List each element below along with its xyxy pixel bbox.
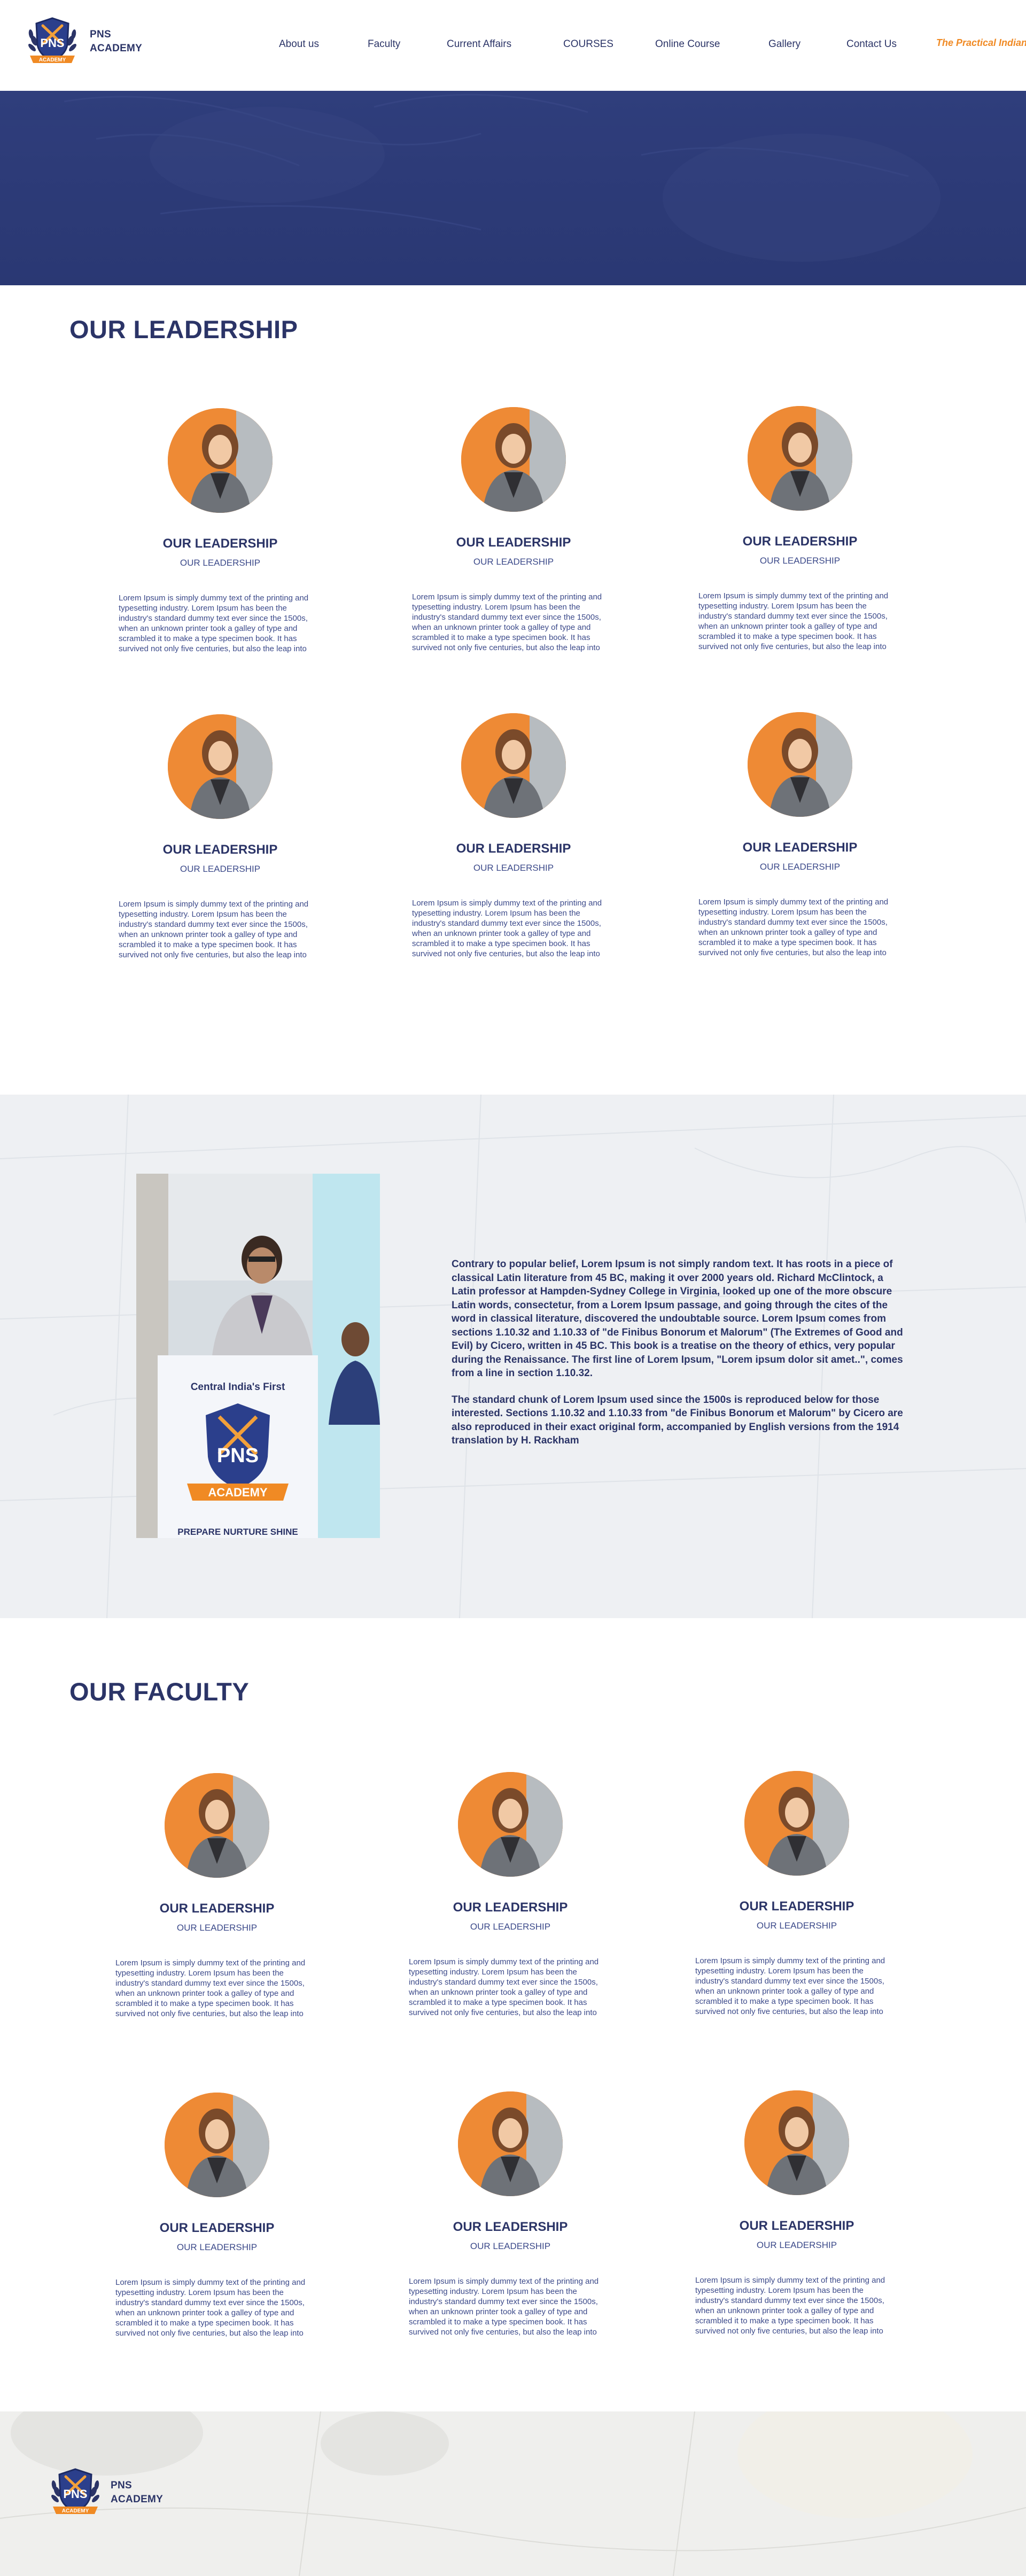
faculty-card: OUR LEADERSHIP OUR LEADERSHIP Lorem Ipsu…: [115, 2093, 318, 2338]
profile-photo: [458, 1772, 563, 1877]
card-title: OUR LEADERSHIP: [739, 2219, 854, 2233]
card-title: OUR LEADERSHIP: [159, 1901, 275, 1916]
profile-photo: [744, 2090, 849, 2195]
card-title: OUR LEADERSHIP: [742, 534, 858, 549]
leadership-section: OUR LEADERSHIP OUR LEADERSHIP OUR LEADER…: [0, 285, 1026, 1095]
card-description: Lorem Ipsum is simply dummy text of the …: [695, 1956, 885, 2016]
profile-photo: [165, 2093, 269, 2197]
svg-text:PNS: PNS: [63, 2487, 87, 2501]
nav-item-gallery[interactable]: Gallery: [768, 38, 800, 50]
profile-photo: [168, 714, 273, 819]
card-subtitle: OUR LEADERSHIP: [470, 1922, 551, 1932]
site-header: PNS ACADEMY PNS ACADEMY About us Faculty…: [0, 0, 1026, 91]
leadership-card: OUR LEADERSHIP OUR LEADERSHIP Lorem Ipsu…: [412, 407, 615, 653]
leadership-card: OUR LEADERSHIP OUR LEADERSHIP Lorem Ipsu…: [698, 712, 901, 958]
main-nav: About us Faculty Current Affairs COURSES…: [0, 38, 1026, 54]
svg-text:Central India's First: Central India's First: [191, 1381, 285, 1393]
profile-photo: [461, 713, 566, 818]
card-description: Lorem Ipsum is simply dummy text of the …: [115, 2278, 306, 2338]
faculty-card: OUR LEADERSHIP OUR LEADERSHIP Lorem Ipsu…: [695, 1771, 898, 2017]
nav-item-online-course[interactable]: Online Course: [655, 38, 720, 50]
card-subtitle: OUR LEADERSHIP: [756, 1921, 837, 1931]
card-title: OUR LEADERSHIP: [456, 841, 571, 856]
card-title: OUR LEADERSHIP: [453, 1900, 568, 1915]
card-subtitle: OUR LEADERSHIP: [759, 556, 841, 566]
faculty-card: OUR LEADERSHIP OUR LEADERSHIP Lorem Ipsu…: [409, 2091, 612, 2337]
card-subtitle: OUR LEADERSHIP: [180, 558, 261, 568]
svg-text:ACADEMY: ACADEMY: [39, 57, 66, 63]
svg-text:ACADEMY: ACADEMY: [208, 1486, 268, 1499]
card-subtitle: OUR LEADERSHIP: [756, 2240, 837, 2250]
card-title: OUR LEADERSHIP: [742, 840, 858, 855]
card-subtitle: OUR LEADERSHIP: [759, 862, 841, 872]
site-footer: PNS ACADEMY PNS ACADEMY: [0, 2411, 1026, 2576]
faculty-card: OUR LEADERSHIP OUR LEADERSHIP Lorem Ipsu…: [695, 2090, 898, 2336]
profile-photo: [744, 1771, 849, 1876]
svg-text:PREPARE NURTURE SHINE: PREPARE NURTURE SHINE: [177, 1527, 298, 1537]
nav-item-about-us[interactable]: About us: [279, 38, 319, 50]
about-text-block: Contrary to popular belief, Lorem Ipsum …: [452, 1258, 903, 1448]
card-title: OUR LEADERSHIP: [456, 535, 571, 550]
nav-item-contact-us[interactable]: Contact Us: [846, 38, 897, 50]
card-title: OUR LEADERSHIP: [162, 536, 278, 551]
card-description: Lorem Ipsum is simply dummy text of the …: [412, 592, 602, 652]
card-subtitle: OUR LEADERSHIP: [176, 1923, 258, 1933]
card-description: Lorem Ipsum is simply dummy text of the …: [119, 594, 309, 653]
card-title: OUR LEADERSHIP: [453, 2220, 568, 2234]
partner-logo-link[interactable]: The Practical Indian: [936, 37, 1026, 49]
card-subtitle: OUR LEADERSHIP: [473, 863, 554, 873]
card-subtitle: OUR LEADERSHIP: [473, 557, 554, 567]
event-photo: Central India's First PNS ACADEMY PREPAR…: [136, 1174, 380, 1538]
faculty-section-title: OUR FACULTY: [69, 1677, 250, 1706]
about-paragraph: The standard chunk of Lorem Ipsum used s…: [452, 1394, 903, 1447]
card-description: Lorem Ipsum is simply dummy text of the …: [409, 2277, 599, 2337]
faculty-card: OUR LEADERSHIP OUR LEADERSHIP Lorem Ipsu…: [409, 1772, 612, 2018]
card-subtitle: OUR LEADERSHIP: [176, 2242, 258, 2252]
card-title: OUR LEADERSHIP: [739, 1899, 854, 1914]
leadership-card: OUR LEADERSHIP OUR LEADERSHIP Lorem Ipsu…: [119, 714, 322, 960]
leadership-card: OUR LEADERSHIP OUR LEADERSHIP Lorem Ipsu…: [698, 406, 901, 652]
leadership-card: OUR LEADERSHIP OUR LEADERSHIP Lorem Ipsu…: [119, 408, 322, 654]
card-description: Lorem Ipsum is simply dummy text of the …: [115, 1958, 306, 2018]
nav-item-courses[interactable]: COURSES: [563, 38, 613, 50]
pns-academy-logo-icon: PNS ACADEMY: [45, 2465, 105, 2520]
hero-background-image: [64, 93, 941, 262]
nav-item-current-affairs[interactable]: Current Affairs: [447, 38, 511, 50]
card-description: Lorem Ipsum is simply dummy text of the …: [695, 2276, 885, 2336]
footer-brand-name-line1: PNS: [111, 2480, 132, 2491]
profile-photo: [461, 407, 566, 512]
card-description: Lorem Ipsum is simply dummy text of the …: [409, 1957, 599, 2017]
card-subtitle: OUR LEADERSHIP: [470, 2241, 551, 2251]
footer-brand-name: PNS ACADEMY: [111, 2479, 163, 2507]
profile-photo: [748, 406, 852, 511]
card-description: Lorem Ipsum is simply dummy text of the …: [119, 900, 309, 959]
card-title: OUR LEADERSHIP: [159, 2221, 275, 2235]
svg-text:ACADEMY: ACADEMY: [62, 2508, 89, 2514]
leadership-section-title: OUR LEADERSHIP: [69, 315, 298, 344]
about-section: Central India's First PNS ACADEMY PREPAR…: [0, 1095, 1026, 1618]
card-description: Lorem Ipsum is simply dummy text of the …: [698, 897, 889, 957]
leadership-card: OUR LEADERSHIP OUR LEADERSHIP Lorem Ipsu…: [412, 713, 615, 959]
card-subtitle: OUR LEADERSHIP: [180, 864, 261, 874]
profile-photo: [748, 712, 852, 817]
svg-text:PNS: PNS: [217, 1445, 259, 1467]
about-paragraph: Contrary to popular belief, Lorem Ipsum …: [452, 1259, 903, 1379]
hero-banner: [0, 91, 1026, 285]
card-title: OUR LEADERSHIP: [162, 842, 278, 857]
card-description: Lorem Ipsum is simply dummy text of the …: [698, 591, 889, 651]
card-description: Lorem Ipsum is simply dummy text of the …: [412, 899, 602, 958]
profile-photo: [458, 2091, 563, 2196]
footer-logo-link[interactable]: PNS ACADEMY PNS ACADEMY: [45, 2465, 163, 2520]
nav-item-faculty[interactable]: Faculty: [368, 38, 400, 50]
faculty-card: OUR LEADERSHIP OUR LEADERSHIP Lorem Ipsu…: [115, 1773, 318, 2019]
profile-photo: [165, 1773, 269, 1878]
faculty-section: OUR FACULTY OUR LEADERSHIP OUR LEADERSHI…: [0, 1618, 1026, 2411]
profile-photo: [168, 408, 273, 513]
footer-brand-name-line2: ACADEMY: [111, 2494, 164, 2505]
